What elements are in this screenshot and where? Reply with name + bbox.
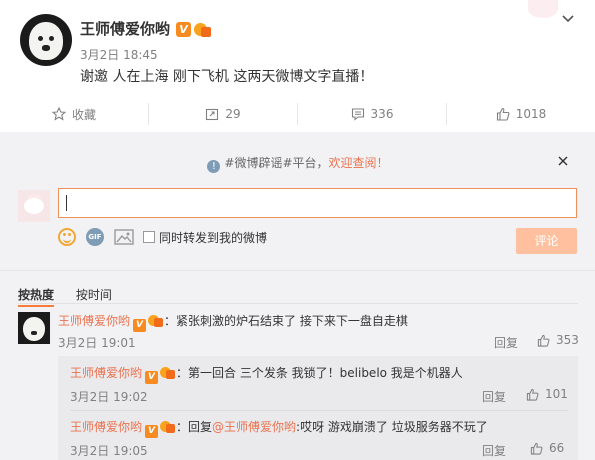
notice-link[interactable]: 欢迎查阅！ <box>329 156 389 170</box>
divider <box>18 303 578 304</box>
comment-sort: 按热度 按时间 <box>18 286 130 307</box>
reply-text: 王师傅爱你哟 V ：第一回合 三个发条 我锁了！belibelo 我是个机器人 <box>70 364 463 384</box>
repost-checkbox-label[interactable]: 同时转发到我的微博 <box>159 229 267 246</box>
chevron-down-icon[interactable] <box>562 12 574 24</box>
replier-name[interactable]: 王师傅爱你哟 <box>70 366 142 380</box>
repost-count: 29 <box>225 107 241 121</box>
reply-like-count: 66 <box>549 441 565 455</box>
repost-button[interactable]: 29 <box>149 103 298 125</box>
vip-badge-icon <box>148 314 164 327</box>
reply-like-count: 101 <box>545 387 568 401</box>
avatar-eye <box>38 36 43 41</box>
like-icon <box>530 442 543 455</box>
comment-button[interactable]: 336 <box>298 103 447 125</box>
divider <box>70 410 568 411</box>
author-avatar[interactable] <box>20 14 72 66</box>
verified-badge-icon: V <box>176 22 192 37</box>
like-icon <box>496 107 510 121</box>
current-user-avatar[interactable] <box>18 190 50 222</box>
mention-link[interactable]: @王师傅爱你哟 <box>212 420 296 434</box>
star-icon <box>51 107 66 121</box>
comment-icon <box>351 108 364 121</box>
like-count: 1018 <box>515 107 547 121</box>
author-name-text[interactable]: 王师傅爱你哟 <box>80 20 170 38</box>
post-text: 谢邀 人在上海 刚下飞机 这两天微博文字直播！ <box>80 69 374 85</box>
avatar-shape <box>24 198 44 214</box>
avatar-nose <box>42 45 50 51</box>
reply-like-button[interactable]: 101 <box>526 387 568 401</box>
reply-button[interactable]: 回复 <box>494 334 518 351</box>
reply-button[interactable]: 回复 <box>482 442 506 459</box>
verified-badge-icon: V <box>145 371 159 384</box>
post-actions: 收藏 29 336 1018 <box>0 101 595 127</box>
avatar-nose <box>31 331 37 335</box>
gif-icon[interactable]: GIF <box>86 228 104 246</box>
submit-comment-button[interactable]: 评论 <box>516 228 577 254</box>
image-icon[interactable] <box>114 228 134 246</box>
comment-input[interactable] <box>58 188 577 218</box>
author-name[interactable]: 王师傅爱你哟 V <box>80 18 212 39</box>
sort-by-hot[interactable]: 按热度 <box>18 288 55 307</box>
comment-like-count: 353 <box>556 333 579 347</box>
reply-body: ：第一回合 三个发条 我锁了！belibelo 我是个机器人 <box>176 366 463 380</box>
reply-body: :哎呀 游戏崩溃了 垃圾服务器不玩了 <box>296 420 488 434</box>
reply-prefix: ：回复 <box>176 420 213 434</box>
favorite-label: 收藏 <box>71 107 96 122</box>
reply-time: 3月2日 19:05 <box>70 444 148 458</box>
info-icon: ! <box>207 160 221 173</box>
sort-by-time[interactable]: 按时间 <box>76 288 112 302</box>
like-icon <box>537 334 550 347</box>
text-caret <box>66 195 67 211</box>
vip-badge-icon <box>194 22 212 37</box>
avatar-face <box>29 22 63 60</box>
reply-button[interactable]: 回复 <box>482 388 506 405</box>
reply-like-button[interactable]: 66 <box>530 441 564 455</box>
avatar-face <box>23 317 45 341</box>
vip-badge-icon <box>160 420 176 433</box>
comment-text: 王师傅爱你哟 V ：紧张刺激的炉石结束了 接下来下一盘自走棋 <box>58 312 408 332</box>
comment-count: 336 <box>370 107 394 121</box>
like-icon <box>526 388 539 401</box>
replier-name[interactable]: 王师傅爱你哟 <box>70 420 142 434</box>
post-time[interactable]: 3月2日 18:45 <box>80 46 158 63</box>
weibo-post: 王师傅爱你哟 V 3月2日 18:45 谢邀 人在上海 刚下飞机 这两天微博文字直… <box>0 0 595 132</box>
divider <box>0 270 595 271</box>
reply-text: 王师傅爱你哟 V ：回复@王师傅爱你哟:哎呀 游戏崩溃了 垃圾服务器不玩了 <box>70 418 488 438</box>
comment-body: ：紧张刺激的炉石结束了 接下来下一盘自走棋 <box>164 314 408 328</box>
comment-like-button[interactable]: 353 <box>537 333 579 347</box>
rumor-notice: ! #微博辟谣#平台，欢迎查阅！ <box>18 152 578 174</box>
emoji-icon[interactable] <box>58 228 76 246</box>
commenter-avatar[interactable] <box>18 312 50 344</box>
close-icon[interactable] <box>558 156 568 166</box>
repost-checkbox[interactable] <box>143 231 155 243</box>
verified-badge-icon: V <box>145 425 159 438</box>
reply-time: 3月2日 19:02 <box>70 390 148 404</box>
commenter-name[interactable]: 王师傅爱你哟 <box>58 314 130 328</box>
comment-section: ! #微博辟谣#平台，欢迎查阅！ GIF 同时转发到我的微博 评论 按热度 按时间… <box>0 132 595 460</box>
notice-text: #微博辟谣#平台， <box>224 156 329 170</box>
like-button[interactable]: 1018 <box>447 103 595 125</box>
decoration <box>528 0 558 18</box>
favorite-button[interactable]: 收藏 <box>0 103 149 125</box>
verified-badge-icon: V <box>133 319 147 332</box>
share-icon <box>206 108 219 121</box>
composer-tools: GIF 同时转发到我的微博 <box>58 226 267 248</box>
avatar-eye <box>49 36 54 41</box>
comment-time: 3月2日 19:01 <box>58 336 136 350</box>
vip-badge-icon <box>160 366 176 379</box>
